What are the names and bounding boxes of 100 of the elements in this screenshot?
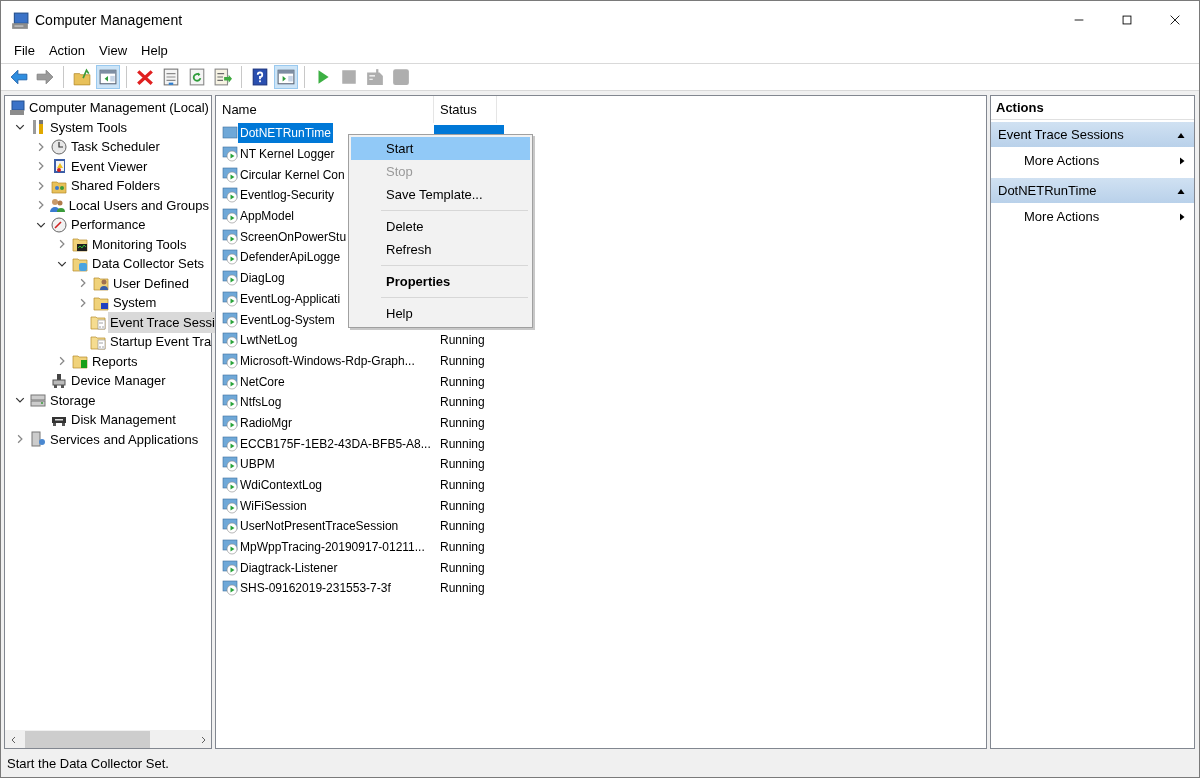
collapsed-chevron-icon[interactable] (78, 297, 88, 308)
session-name[interactable]: NT Kernel Logger (238, 144, 337, 165)
tree-item[interactable]: Disk Management (69, 409, 178, 431)
scrollbar-thumb[interactable] (25, 731, 150, 748)
session-name[interactable]: MpWppTracing-20190917-01211... (238, 537, 427, 558)
context-menu-item[interactable]: Properties (351, 270, 530, 293)
session-name[interactable]: EventLog-System (238, 309, 337, 330)
collapsed-chevron-icon[interactable] (57, 356, 67, 367)
delete-x-icon (136, 68, 154, 86)
pane-toggle-icon (277, 68, 295, 86)
storage-icon (30, 392, 46, 409)
status-text: Running (439, 497, 486, 515)
collapsed-chevron-icon[interactable] (57, 239, 67, 250)
tree-item[interactable]: Shared Folders (69, 175, 162, 197)
context-menu-item[interactable]: Help (351, 302, 530, 325)
session-name[interactable]: DiagLog (238, 268, 287, 289)
session-name[interactable]: LwtNetLog (238, 330, 300, 351)
tree-item[interactable]: Startup Event Tra (108, 331, 214, 353)
tree-item[interactable]: Task Scheduler (69, 136, 162, 158)
collapsed-chevron-icon[interactable] (36, 141, 46, 152)
session-name[interactable]: Eventlog-Security (238, 185, 337, 206)
folder-binary-icon (90, 314, 106, 331)
close-icon[interactable] (1168, 13, 1182, 27)
session-name[interactable]: ECCB175F-1EB2-43DA-BFB5-A8... (238, 433, 433, 454)
status-text: Running (439, 477, 486, 495)
collapsed-chevron-icon[interactable] (36, 161, 46, 172)
status-text: Running (439, 456, 486, 474)
session-name[interactable]: DefenderApiLogge (238, 247, 343, 268)
report-icon (366, 68, 384, 86)
session-name[interactable]: Microsoft-Windows-Rdp-Graph... (238, 350, 417, 371)
status-text: Running (439, 435, 486, 453)
tree-item[interactable]: Device Manager (69, 370, 168, 392)
collapsed-chevron-icon[interactable] (36, 200, 46, 211)
folder-monitor-icon (93, 294, 109, 311)
context-menu-item[interactable]: Save Template... (351, 183, 530, 206)
maximize-icon[interactable] (1120, 13, 1134, 27)
action-label: More Actions (1024, 207, 1100, 226)
square-icon (392, 68, 410, 86)
tree-item[interactable]: Event Viewer (69, 155, 150, 177)
session-name[interactable]: SHS-09162019-231553-7-3f (238, 578, 393, 599)
tree-item[interactable]: Services and Applications (48, 428, 201, 450)
tree-item[interactable]: System (111, 292, 159, 314)
tree-item[interactable]: System Tools (48, 116, 130, 138)
session-name[interactable]: UserNotPresentTraceSession (238, 516, 401, 537)
tree-item[interactable]: Data Collector Sets (90, 253, 206, 275)
folder-cylinder-icon (72, 255, 88, 272)
menu-item[interactable]: View (92, 39, 135, 63)
section-title: Event Trace Sessions (998, 125, 1124, 144)
tree-item[interactable]: Computer Management (Local) (27, 97, 211, 119)
status-text: Running (439, 539, 486, 557)
menu-item[interactable]: File (7, 39, 42, 63)
folder-report-icon (72, 353, 88, 370)
session-name[interactable]: UBPM (238, 454, 277, 475)
users-icon (48, 197, 65, 214)
action-section-header[interactable]: DotNETRunTime (991, 178, 1194, 203)
stop-icon (340, 68, 358, 86)
tree-item[interactable]: Performance (69, 214, 148, 236)
session-name[interactable]: ScreenOnPowerStu (238, 226, 349, 247)
tree-item[interactable]: Storage (48, 389, 98, 411)
gauge-icon (51, 216, 67, 233)
tree-item[interactable]: Event Trace Sessi (108, 311, 217, 333)
session-name[interactable]: RadioMgr (238, 412, 295, 433)
device-icon (51, 372, 67, 389)
computer-icon (9, 99, 25, 116)
tree-item[interactable]: Monitoring Tools (90, 233, 189, 255)
tree-item[interactable]: Local Users and Groups (66, 194, 211, 216)
horizontal-scrollbar[interactable] (5, 730, 211, 748)
context-menu-item[interactable]: Start (351, 137, 530, 160)
pane-title: Actions (991, 96, 1194, 120)
session-name[interactable]: Circular Kernel Con (238, 164, 347, 185)
session-name[interactable]: NtfsLog (238, 392, 284, 413)
event-log-icon (51, 158, 67, 175)
status-text: Running (439, 394, 486, 412)
context-menu-item[interactable]: Delete (351, 215, 530, 238)
app-computer-icon (11, 11, 29, 30)
column-header[interactable]: Status (434, 96, 497, 123)
menu-item[interactable]: Help (134, 39, 175, 63)
status-text: Start the Data Collector Set. (7, 755, 169, 774)
properties-sheet-icon (162, 68, 180, 86)
session-name[interactable]: Diagtrack-Listener (238, 557, 340, 578)
refresh-icon (188, 68, 206, 86)
collapsed-chevron-icon[interactable] (36, 180, 46, 191)
context-menu-item[interactable]: Refresh (351, 238, 530, 261)
collapsed-chevron-icon[interactable] (78, 278, 88, 289)
tree-item[interactable]: Reports (90, 350, 140, 372)
session-name[interactable]: WiFiSession (238, 495, 309, 516)
action-section-header[interactable]: Event Trace Sessions (991, 122, 1194, 147)
session-name[interactable]: WdiContextLog (238, 475, 325, 496)
session-name[interactable]: EventLog-Applicati (238, 288, 343, 309)
session-name[interactable]: DotNETRunTime (238, 123, 333, 144)
session-name[interactable]: NetCore (238, 371, 287, 392)
forward-arrow-icon (36, 68, 54, 86)
back-arrow-icon (10, 68, 28, 86)
status-text: Running (439, 414, 486, 432)
menu-item[interactable]: Action (41, 39, 93, 63)
session-name[interactable]: AppModel (238, 206, 297, 227)
window-title: Computer Management (35, 10, 183, 30)
tree-item[interactable]: User Defined (111, 272, 191, 294)
status-text: Running (439, 373, 486, 391)
collapsed-chevron-icon[interactable] (15, 434, 25, 445)
